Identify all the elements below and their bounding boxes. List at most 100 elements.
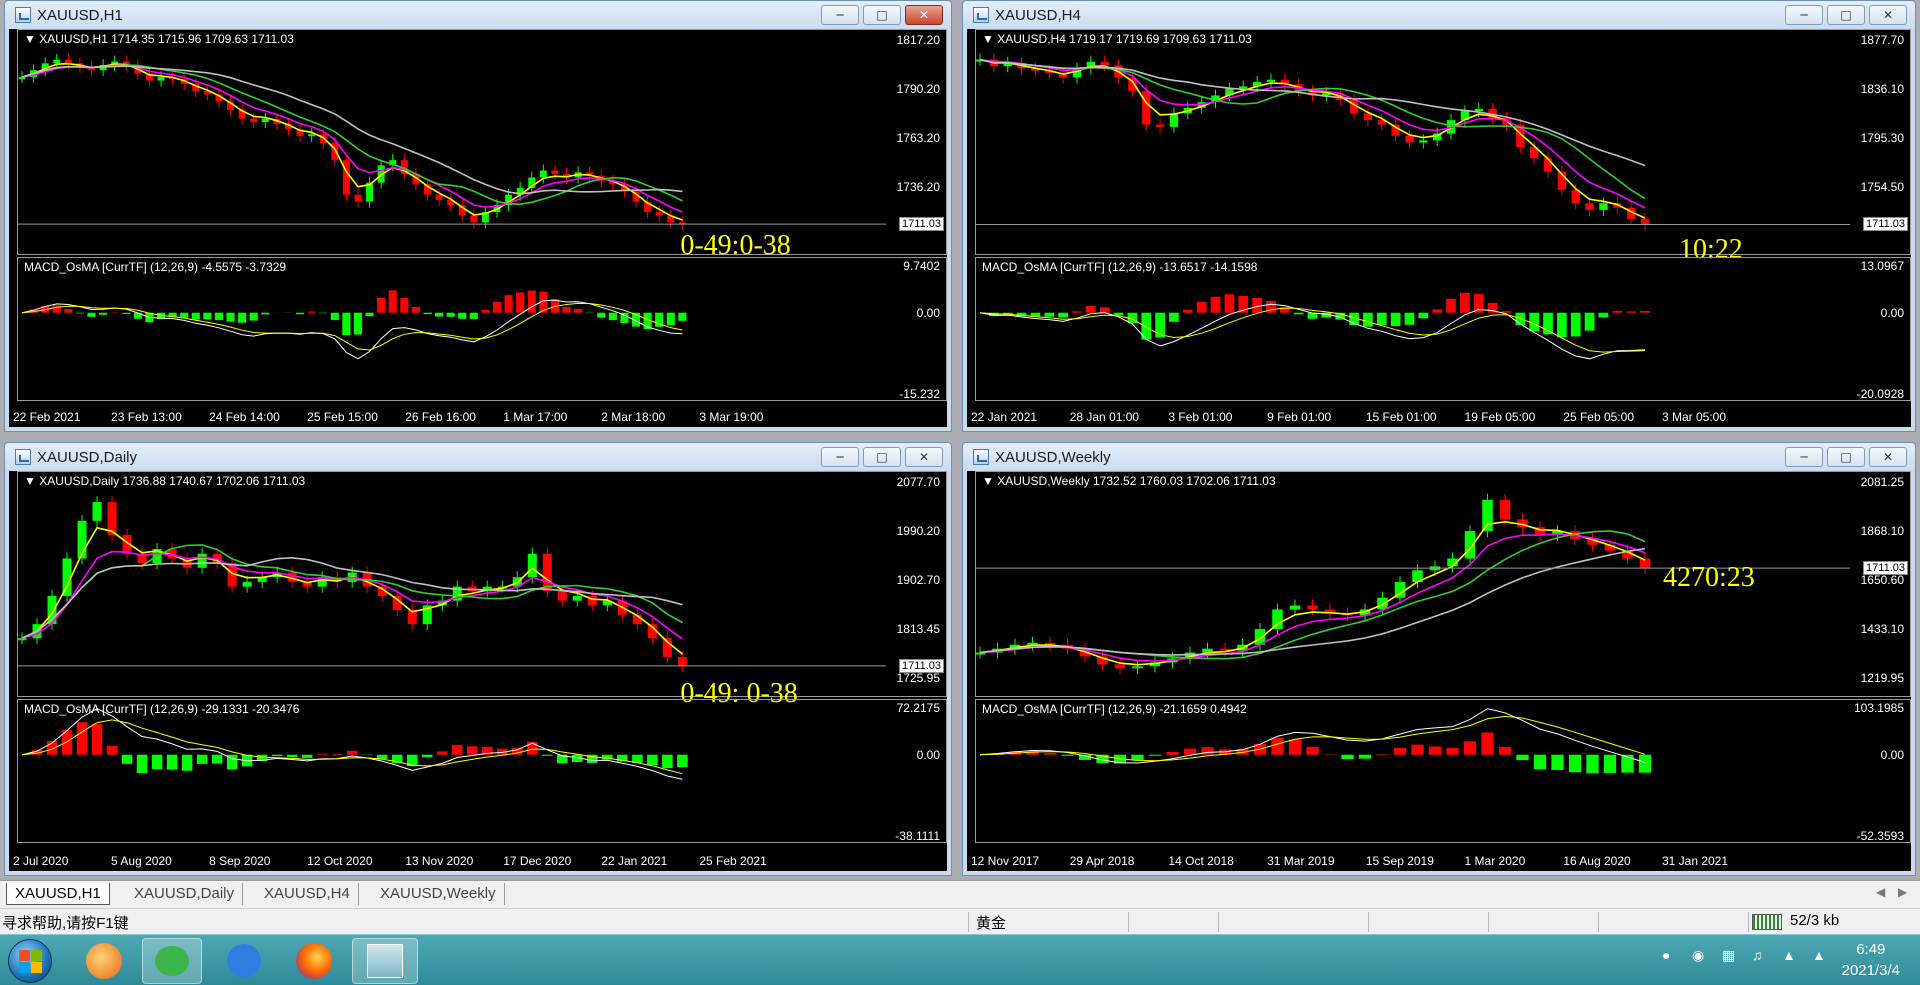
osma-bar (1058, 312, 1068, 318)
candle-body (1142, 90, 1151, 125)
price-panel[interactable]: ▼ XAUUSD,Weekly 1732.52 1760.03 1702.06 … (975, 471, 1911, 697)
tab-scroll-left-icon[interactable]: ◀ (1876, 885, 1885, 899)
chart-window-weekly[interactable]: XAUUSD,Weekly ─ □ ✕ ▼ XAUUSD,Weekly 1732… (962, 442, 1916, 876)
osma-bar (388, 290, 397, 313)
time-tick-label: 25 Feb 2021 (699, 854, 767, 868)
window-title: XAUUSD,H1 (37, 6, 123, 24)
time-tick-label: 19 Feb 05:00 (1464, 410, 1536, 424)
minimize-button[interactable]: ─ (821, 5, 859, 25)
candle-body (539, 170, 547, 178)
taskbar-mt4-icon[interactable] (352, 938, 418, 984)
candle-body (53, 59, 61, 64)
ma-slow-line (21, 64, 683, 206)
osma-bar (1446, 298, 1456, 313)
maximize-button[interactable]: □ (1827, 5, 1865, 25)
candle-body (1474, 108, 1483, 112)
osma-bar (662, 754, 673, 769)
osma-bar (75, 312, 84, 314)
osma-bar (307, 311, 316, 313)
maximize-button[interactable]: □ (863, 447, 901, 467)
price-tick-label: 2077.70 (896, 475, 940, 489)
candle-body (92, 502, 102, 521)
chart-area[interactable]: ▼ XAUUSD,Daily 1736.88 1740.67 1702.06 1… (9, 471, 947, 871)
taskbar-wechat-icon[interactable] (142, 938, 202, 984)
osma-bar (1252, 297, 1262, 313)
minimize-button[interactable]: ─ (1785, 447, 1823, 467)
chart-area[interactable]: ▼ XAUUSD,Weekly 1732.52 1760.03 1702.06 … (967, 471, 1911, 871)
tab-xauusd-weekly[interactable]: XAUUSD,Weekly (372, 883, 505, 905)
window-titlebar[interactable]: XAUUSD,Daily ─ □ ✕ (5, 443, 951, 471)
candle-body (1307, 605, 1318, 610)
chart-area[interactable]: ▼ XAUUSD,H1 1714.35 1715.96 1709.63 1711… (9, 29, 947, 427)
osma-bar (1155, 312, 1165, 338)
system-clock[interactable]: 6:49 2021/3/4 (1842, 939, 1900, 981)
tray-shield-icon[interactable]: ◉ (1692, 947, 1704, 964)
window-titlebar[interactable]: XAUUSD,H1 ─ □ ✕ (5, 1, 951, 29)
osma-bar (316, 753, 328, 755)
osma-bar (1598, 312, 1609, 318)
chart-window-h4[interactable]: XAUUSD,H4 ─ □ ✕ ▼ XAUUSD,H4 1719.17 1719… (962, 0, 1916, 432)
osma-bar (1638, 754, 1652, 773)
window-titlebar[interactable]: XAUUSD,Weekly ─ □ ✕ (963, 443, 1915, 471)
price-tick-label: 1795.30 (1860, 131, 1904, 145)
tab-xauusd-h4[interactable]: XAUUSD,H4 (256, 883, 359, 905)
close-button[interactable]: ✕ (905, 5, 943, 25)
osma-bar (516, 292, 525, 313)
start-button[interactable] (8, 939, 52, 983)
osma-bar (1446, 748, 1459, 755)
macd-panel[interactable]: MACD_OsMA [CurrTF] (12,26,9) -4.5575 -3.… (17, 257, 947, 401)
status-divider (1488, 912, 1489, 932)
tab-scroll-right-icon[interactable]: ▶ (1898, 885, 1907, 899)
maximize-button[interactable]: □ (863, 5, 901, 25)
candle-body (1377, 597, 1388, 610)
candle-body (551, 170, 559, 174)
macd-panel[interactable]: MACD_OsMA [CurrTF] (12,26,9) -13.6517 -1… (975, 257, 1911, 401)
clock-time: 6:49 (1856, 941, 1886, 958)
tray-network-icon[interactable]: ▦ (1722, 947, 1735, 964)
osma-bar (226, 312, 235, 322)
macd-tick-label: 0.00 (916, 305, 940, 320)
close-button[interactable]: ✕ (905, 447, 943, 467)
candle-body (1289, 605, 1301, 610)
close-button[interactable]: ✕ (1869, 5, 1907, 25)
window-titlebar[interactable]: XAUUSD,H4 ─ □ ✕ (963, 1, 1915, 29)
taskbar-firefox-icon[interactable] (284, 938, 344, 984)
tab-xauusd-daily[interactable]: XAUUSD,Daily (126, 883, 244, 905)
osma-bar (1411, 744, 1424, 755)
osma-bar (574, 308, 583, 313)
chart-window-icon (973, 7, 989, 23)
osma-bar (1169, 312, 1179, 322)
maximize-button[interactable]: □ (1827, 447, 1865, 467)
tray-volume-icon[interactable]: ♫ (1752, 947, 1763, 963)
price-panel[interactable]: ▼ XAUUSD,H4 1719.17 1719.69 1709.63 1711… (975, 29, 1911, 265)
tray-more-icon[interactable]: ▲ (1812, 947, 1826, 963)
status-divider (1748, 912, 1749, 932)
chart-window-daily[interactable]: XAUUSD,Daily ─ □ ✕ ▼ XAUUSD,Daily 1736.8… (4, 442, 952, 876)
minimize-button[interactable]: ─ (1785, 5, 1823, 25)
tray-wechat-icon[interactable]: ● (1662, 947, 1670, 963)
candle-body (1419, 140, 1428, 143)
tab-xauusd-h1[interactable]: XAUUSD,H1 (6, 883, 110, 905)
price-panel[interactable]: ▼ XAUUSD,H1 1714.35 1715.96 1709.63 1711… (17, 29, 947, 261)
chart-window-h1[interactable]: XAUUSD,H1 ─ □ ✕ ▼ XAUUSD,H1 1714.35 1715… (4, 0, 952, 432)
candle-body (677, 656, 687, 666)
osma-bar (411, 306, 420, 313)
price-tick-label: 1902.70 (896, 573, 940, 587)
price-axis: 2081.25 1868.10 1650.60 1433.10 1219.95 (1848, 472, 1910, 698)
taskbar-edit-app-icon[interactable] (214, 938, 274, 984)
price-panel[interactable]: ▼ XAUUSD,Daily 1736.88 1740.67 1702.06 1… (17, 471, 947, 709)
osma-bar (346, 750, 358, 755)
taskbar-app-fox-icon[interactable] (74, 938, 134, 984)
macd-panel[interactable]: MACD_OsMA [CurrTF] (12,26,9) -21.1659 0.… (975, 699, 1911, 843)
clock-date: 2021/3/4 (1841, 962, 1900, 979)
minimize-button[interactable]: ─ (821, 447, 859, 467)
macd-panel[interactable]: MACD_OsMA [CurrTF] (12,26,9) -29.1331 -2… (17, 699, 947, 843)
chart-area[interactable]: ▼ XAUUSD,H4 1719.17 1719.69 1709.63 1711… (967, 29, 1911, 427)
osma-bar (1551, 754, 1564, 770)
tray-signal-icon[interactable]: ▲ (1782, 947, 1796, 963)
osma-bar (1072, 311, 1082, 313)
osma-bar (377, 297, 386, 313)
osma-bar (211, 754, 223, 764)
close-button[interactable]: ✕ (1869, 447, 1907, 467)
osma-bar (1418, 312, 1429, 319)
